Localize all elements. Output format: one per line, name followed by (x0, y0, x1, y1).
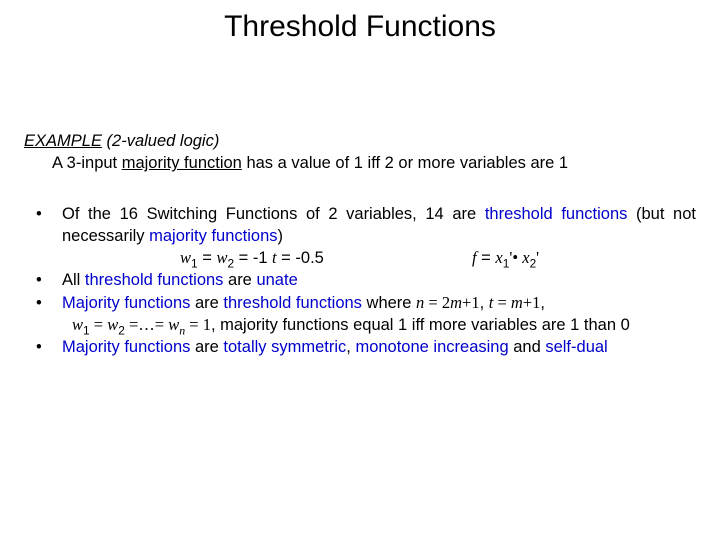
bullet-1-body: Of the 16 Switching Functions of 2 varia… (62, 203, 696, 248)
text: = 2 (424, 293, 450, 312)
text: , majority functions equal 1 iff more va… (211, 316, 630, 334)
bullet-marker: • (34, 292, 62, 314)
var-m: m (511, 293, 523, 312)
text: = (493, 293, 511, 312)
text: +1 (462, 293, 480, 312)
example-heading: EXAMPLE (2-valued logic) (24, 130, 696, 152)
example-line: A 3-input majority function has a value … (24, 152, 696, 174)
majority-functions-term: Majority functions (62, 338, 190, 356)
example-label: EXAMPLE (24, 132, 102, 150)
prime: ' (536, 248, 539, 267)
equation-row: w1 = w2 = -1 t = -0.5 f = x1'• x2' (34, 247, 696, 269)
var-w: w (216, 248, 227, 267)
text: are (190, 294, 223, 312)
majority-functions-term: majority functions (149, 227, 277, 245)
bullet-marker: • (34, 269, 62, 291)
eq-weights: w1 = w2 = -1 (72, 247, 272, 269)
bullet-1: • Of the 16 Switching Functions of 2 var… (34, 203, 696, 248)
threshold-functions-term: threshold functions (485, 205, 628, 223)
eq-function: f = x1'• x2' (432, 247, 696, 269)
example-line-post: has a value of 1 iff 2 or more variables… (242, 154, 568, 172)
majority-functions-term: Majority functions (62, 294, 190, 312)
text: = (477, 249, 496, 267)
bullet-4: • Majority functions are totally symmetr… (34, 336, 696, 358)
text: , (480, 294, 489, 312)
var-w: w (72, 315, 83, 334)
text: are (228, 271, 256, 289)
text: = (90, 315, 108, 334)
text: +1 (523, 293, 541, 312)
slide-title: Threshold Functions (0, 0, 720, 44)
var-w: w (168, 315, 179, 334)
text: = (198, 249, 217, 267)
text: Of the 16 Switching Functions of 2 varia… (62, 205, 485, 223)
threshold-functions-term: threshold functions (85, 271, 228, 289)
var-w: w (180, 248, 191, 267)
var-w: w (107, 315, 118, 334)
threshold-functions-term: threshold functions (223, 294, 362, 312)
bullet-2: • All threshold functions are unate (34, 269, 696, 291)
bullet-4-body: Majority functions are totally symmetric… (62, 336, 696, 358)
bullet-2-body: All threshold functions are unate (62, 269, 696, 291)
var-x: x (495, 248, 502, 267)
bullet-marker: • (34, 336, 62, 358)
text: =…= (125, 315, 168, 334)
text: are (190, 338, 223, 356)
text: where (362, 294, 416, 312)
totally-symmetric-term: totally symmetric (223, 338, 346, 356)
dot-operator: • (512, 248, 522, 267)
text: = -0.5 (277, 249, 324, 267)
bullet-list: • Of the 16 Switching Functions of 2 var… (24, 203, 696, 359)
var-m: m (450, 293, 462, 312)
example-line-pre: A 3-input (52, 154, 122, 172)
bullet-3-body: Majority functions are threshold functio… (62, 292, 696, 314)
example-block: EXAMPLE (2-valued logic) A 3-input major… (24, 130, 696, 175)
text: , (540, 294, 545, 312)
text: = -1 (234, 249, 267, 267)
self-dual-term: self-dual (545, 338, 607, 356)
text: = 1 (185, 315, 211, 334)
example-paren: (2-valued logic) (102, 132, 219, 150)
bullet-marker: • (34, 203, 62, 225)
eq-threshold: t = -0.5 (272, 247, 432, 269)
var-x: x (522, 248, 529, 267)
bullet-3: • Majority functions are threshold funct… (34, 292, 696, 314)
monotone-increasing-term: monotone increasing (355, 338, 508, 356)
bullet-3-line2: w1 = w2 =…= wn = 1, majority functions e… (34, 314, 696, 336)
slide-content: EXAMPLE (2-valued logic) A 3-input major… (0, 130, 720, 358)
unate-term: unate (256, 271, 297, 289)
text: and (509, 338, 546, 356)
majority-function-term: majority function (122, 154, 242, 172)
text: ) (278, 227, 284, 245)
text: All (62, 271, 85, 289)
